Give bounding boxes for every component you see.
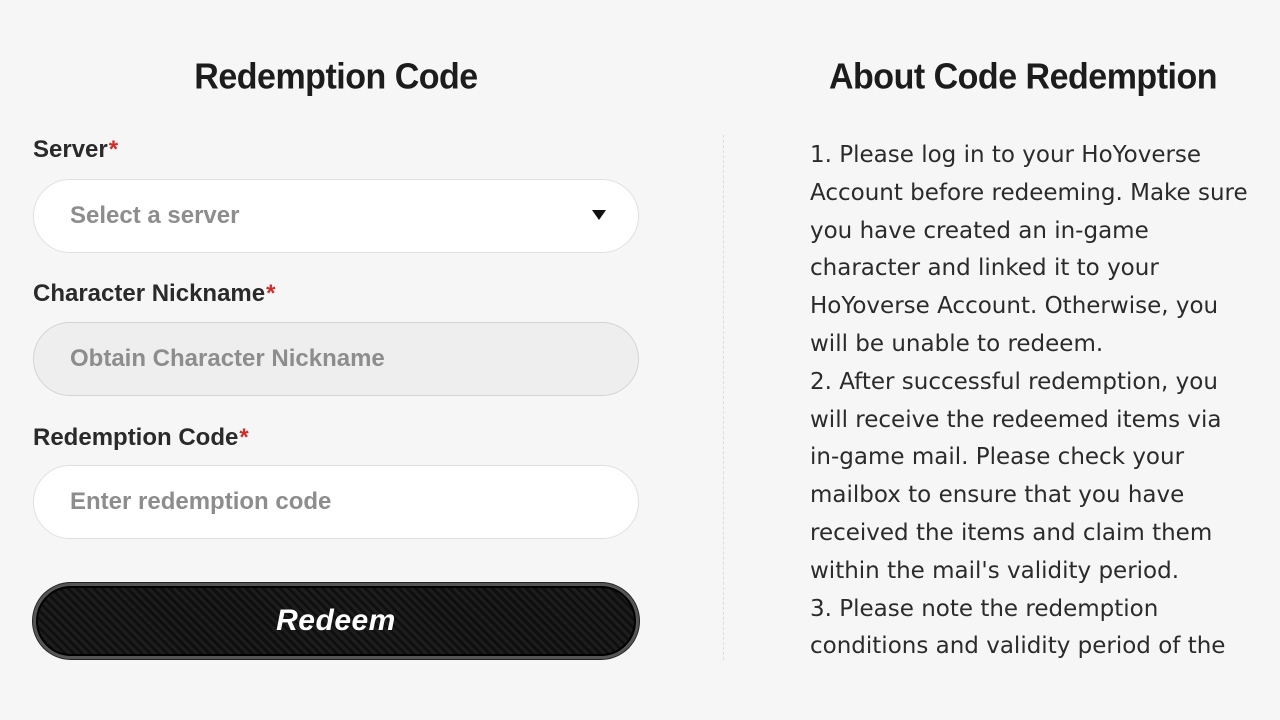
nickname-field[interactable]: Obtain Character Nickname [33, 322, 639, 396]
redeem-button[interactable]: Redeem [33, 583, 639, 659]
info-item-2: 2. After successful redemption, you will… [810, 368, 1222, 584]
info-body[interactable]: 1. Please log in to your HoYoverse Accou… [810, 137, 1250, 659]
required-mark: * [239, 424, 249, 451]
required-mark: * [266, 280, 276, 307]
info-title: About Code Redemption [828, 56, 1218, 97]
redeem-button-label: Redeem [276, 604, 396, 637]
server-select-value: Select a server [70, 202, 240, 229]
chevron-down-icon [592, 210, 606, 220]
redemption-page: Redemption Code Server* Select a server … [0, 0, 1280, 720]
required-mark: * [108, 136, 119, 163]
server-select[interactable]: Select a server [33, 179, 639, 253]
form-title: Redemption Code [194, 56, 478, 97]
nickname-label-text: Character Nickname [33, 280, 266, 307]
code-label: Redemption Code* [33, 424, 249, 452]
server-label-text: Server [33, 136, 108, 163]
redemption-code-input[interactable] [70, 488, 590, 516]
code-label-text: Redemption Code [33, 424, 239, 451]
info-item-3: 3. Please note the redemption conditions… [810, 595, 1226, 659]
info-item-1: 1. Please log in to your HoYoverse Accou… [810, 142, 1248, 357]
nickname-label: Character Nickname* [33, 280, 275, 308]
code-field-wrapper [33, 465, 639, 539]
server-label: Server* [33, 136, 118, 164]
panel-divider [723, 135, 724, 660]
nickname-placeholder: Obtain Character Nickname [70, 345, 385, 372]
